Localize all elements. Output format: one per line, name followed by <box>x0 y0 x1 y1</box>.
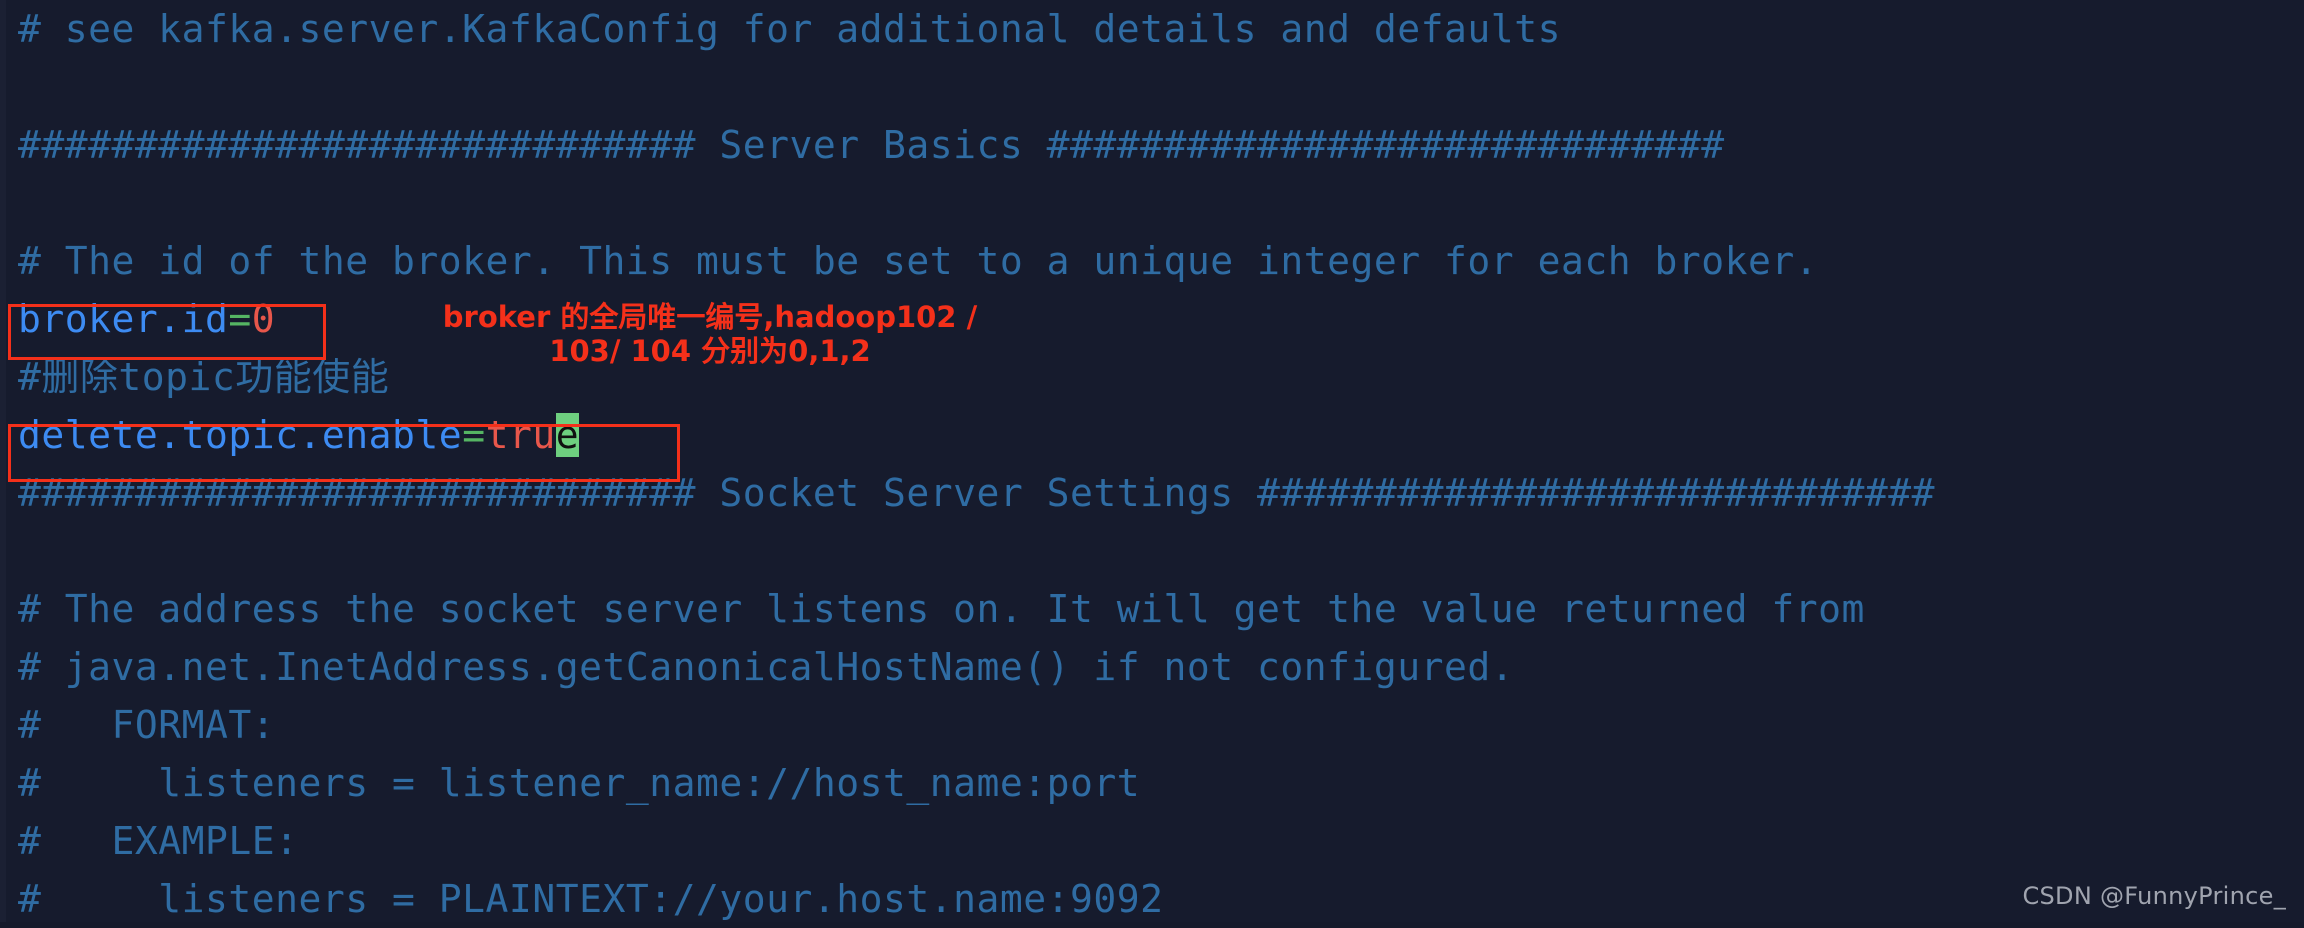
code-line-12: # java.net.InetAddress.getCanonicalHostN… <box>18 645 1515 689</box>
delete-topic-enable-equals: = <box>462 413 486 457</box>
code-line-14-listeners-format: # listeners = listener_name://host_name:… <box>18 761 1141 805</box>
code-line-3-server-basics-header: ############################# Server Bas… <box>18 123 1725 167</box>
code-line-2-blank <box>18 58 2298 116</box>
code-line-13-format-label: # FORMAT: <box>18 703 276 747</box>
editor-left-edge-strip <box>0 0 6 922</box>
annotation-broker-id-note-line2: 103/ 104 分别为0,1,2 <box>549 334 871 368</box>
code-line-6-broker-id[interactable]: broker.id=0 <box>18 290 2298 348</box>
terminal-editor-window: # see kafka.server.KafkaConfig for addit… <box>0 0 2304 922</box>
code-line-7-delete-topic-comment: #删除topic功能使能 <box>18 355 390 399</box>
annotation-broker-id-note-line1: broker 的全局唯一编号,hadoop102 / <box>442 300 978 334</box>
code-line-1: # see kafka.server.KafkaConfig for addit… <box>18 7 1561 51</box>
delete-topic-enable-key: delete.topic.enable <box>18 413 463 457</box>
code-line-9-socket-server-settings-header: ############################# Socket Ser… <box>18 471 1935 515</box>
annotation-broker-id-note: broker 的全局唯一编号,hadoop102 /103/ 104 分别为0,… <box>400 300 1020 368</box>
text-cursor-block: e <box>555 413 580 457</box>
code-line-10-blank <box>18 522 2298 580</box>
code-line-8-delete-topic-enable[interactable]: delete.topic.enable=true <box>18 406 2298 464</box>
code-text-area[interactable]: # see kafka.server.KafkaConfig for addit… <box>18 0 2298 928</box>
csdn-watermark: CSDN @FunnyPrince_ <box>2022 882 2286 910</box>
code-line-15-example-label: # EXAMPLE: <box>18 819 299 863</box>
code-line-4-blank <box>18 174 2298 232</box>
code-line-16-listeners-example: # listeners = PLAINTEXT://your.host.name… <box>18 877 1164 921</box>
code-line-11: # The address the socket server listens … <box>18 587 1865 631</box>
delete-topic-enable-value: tru <box>485 413 556 457</box>
broker-id-key: broker.id <box>18 297 229 341</box>
broker-id-value: 0 <box>251 297 276 341</box>
broker-id-equals: = <box>228 297 252 341</box>
code-line-5-broker-id-comment: # The id of the broker. This must be set… <box>18 239 1819 283</box>
